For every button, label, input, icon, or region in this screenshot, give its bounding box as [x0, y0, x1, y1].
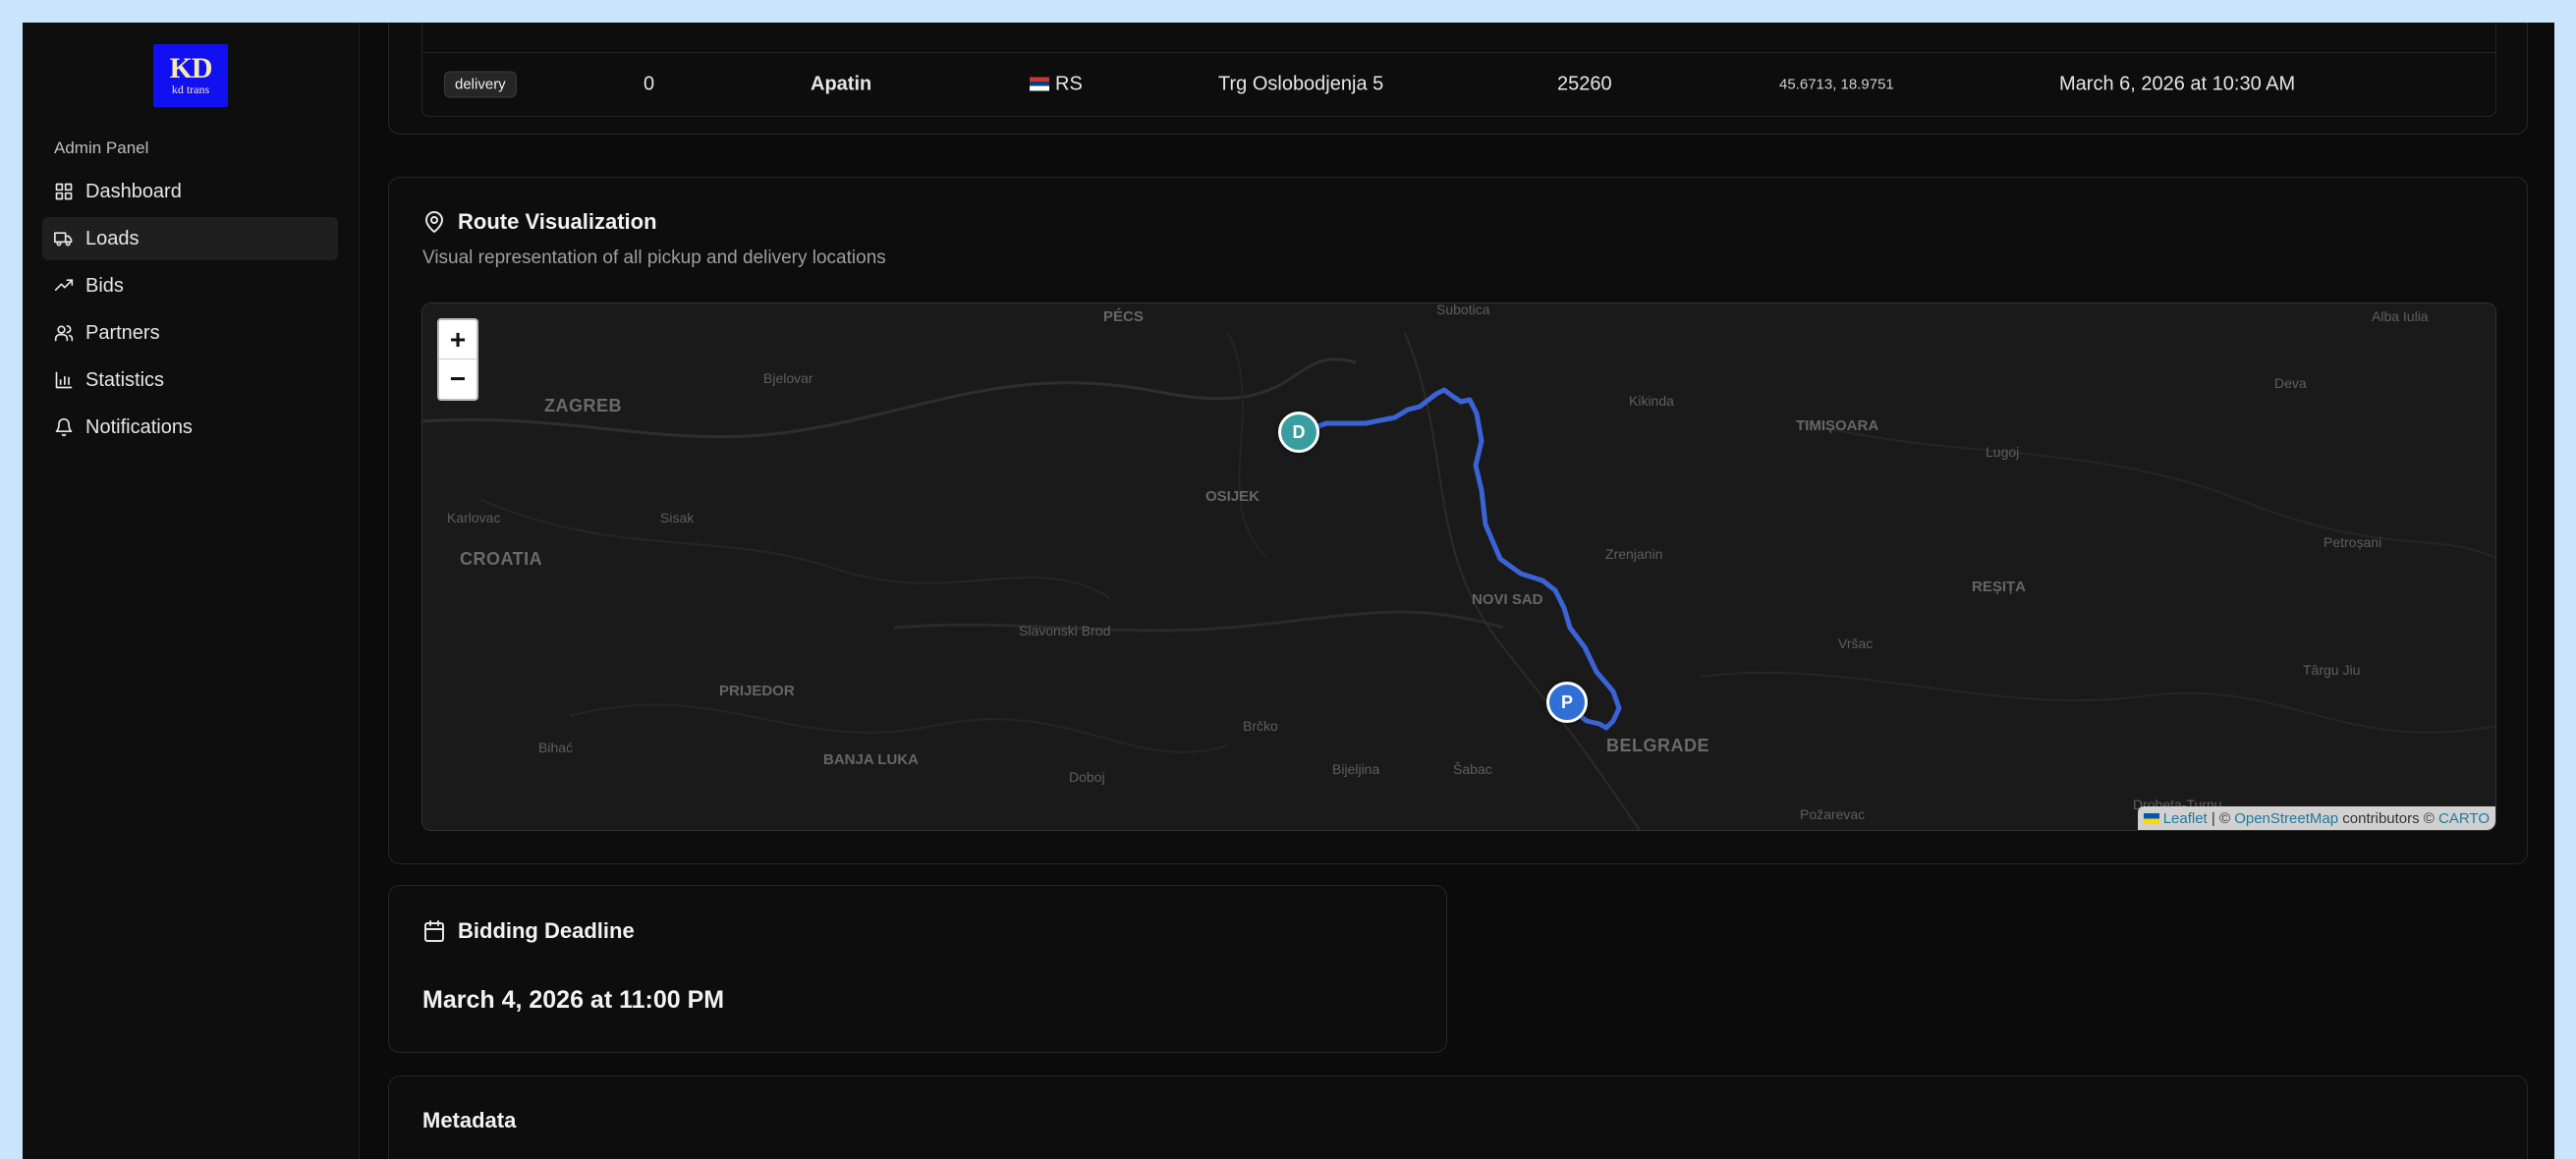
map-label-belgrade: BELGRADE — [1606, 736, 1710, 755]
map-label-petrosani: Petroșani — [2324, 534, 2382, 550]
carto-link[interactable]: CARTO — [2438, 810, 2490, 827]
zoom-in-button[interactable]: + — [439, 320, 476, 359]
map-label-kikinda: Kikinda — [1629, 393, 1674, 409]
stops-card: delivery 0 Apatin RS Trg Oslobodjenja 5 … — [388, 23, 2528, 135]
map-label-sisak: Sisak — [660, 510, 695, 525]
sidebar-item-label: Loads — [85, 227, 140, 249]
bar-chart-icon — [55, 371, 73, 389]
deadline-card-header: Bidding Deadline — [422, 918, 635, 944]
sidebar-item-bids[interactable]: Bids — [42, 264, 338, 307]
metadata-card-title: Metadata — [422, 1108, 517, 1132]
calendar-icon — [424, 920, 444, 942]
map-label-alba-iulia: Alba Iulia — [2372, 308, 2429, 324]
map-label-vrsac: Vršac — [1838, 635, 1874, 651]
route-card-title: Route Visualization — [458, 209, 657, 234]
map-label-zrenjanin: Zrenjanin — [1605, 546, 1663, 562]
route-card-header: Route Visualization — [422, 209, 657, 235]
map-base-layer — [422, 304, 2495, 830]
map-label-resita: REȘIȚA — [1972, 579, 2027, 595]
logo-subtitle: kd trans — [171, 83, 210, 96]
map-label-croatia: CROATIA — [460, 549, 543, 569]
deadline-card-title: Bidding Deadline — [458, 918, 635, 943]
table-row: delivery 0 Apatin RS Trg Oslobodjenja 5 … — [422, 53, 2495, 116]
stop-sequence: 0 — [644, 73, 655, 95]
app-window: KD kd trans Admin Panel Dashboard Loads … — [23, 23, 2554, 1159]
zoom-out-button[interactable]: − — [439, 359, 476, 399]
map-label-deva: Deva — [2274, 375, 2307, 391]
map-label-osijek: OSIJEK — [1205, 488, 1260, 505]
map-label-timisoara: TIMIȘOARA — [1796, 417, 1879, 434]
map-label-bihac: Bihać — [538, 740, 574, 755]
stop-postal-code: 25260 — [1557, 73, 1612, 95]
trending-up-icon — [54, 279, 74, 291]
stops-table: delivery 0 Apatin RS Trg Oslobodjenja 5 … — [421, 23, 2496, 117]
map-label-brcko: Brčko — [1243, 718, 1278, 734]
ukraine-flag-icon — [2143, 812, 2159, 824]
delivery-marker[interactable]: D — [1278, 412, 1319, 453]
map-label-pozarevac: Požarevac — [1800, 806, 1866, 822]
map-label-targu-jiu: Târgu Jiu — [2303, 662, 2361, 678]
map-label-sabac: Šabac — [1453, 761, 1492, 777]
sidebar-item-notifications[interactable]: Notifications — [42, 406, 338, 449]
attribution-contributors: contributors © — [2338, 809, 2439, 827]
sidebar-item-loads[interactable]: Loads — [42, 217, 338, 260]
route-card-subtitle: Visual representation of all pickup and … — [422, 248, 886, 268]
sidebar-item-statistics[interactable]: Statistics — [42, 359, 338, 402]
map-label-bjelovar: Bjelovar — [763, 370, 813, 386]
stop-address: Trg Oslobodjenja 5 — [1218, 73, 1384, 95]
route-map[interactable]: PÉCS Subotica Alba Iulia ZAGREB Bjelovar… — [421, 303, 2496, 831]
sidebar-item-label: Dashboard — [85, 180, 182, 202]
admin-panel-label: Admin Panel — [54, 138, 149, 157]
brand-logo[interactable]: KD kd trans — [153, 44, 228, 107]
map-attribution: Leaflet | © OpenStreetMap contributors ©… — [2137, 806, 2495, 830]
map-zoom-control: + − — [437, 318, 478, 401]
map-label-slavonski-brod: Slavonski Brod — [1019, 623, 1111, 638]
sidebar-nav: Dashboard Loads Bids Partners Statistics… — [42, 170, 338, 453]
leaflet-link[interactable]: Leaflet — [2163, 810, 2208, 827]
map-label-zagreb: ZAGREB — [544, 396, 622, 415]
main-content: delivery 0 Apatin RS Trg Oslobodjenja 5 … — [360, 23, 2554, 1159]
pickup-marker[interactable]: P — [1546, 682, 1588, 723]
bell-icon — [55, 417, 73, 437]
sidebar-item-label: Statistics — [85, 368, 165, 391]
sidebar-item-label: Partners — [85, 321, 160, 344]
sidebar-item-partners[interactable]: Partners — [42, 311, 338, 355]
map-label-banja-luka: BANJA LUKA — [823, 751, 919, 768]
stop-city: Apatin — [811, 73, 872, 95]
map-label-novi-sad: NOVI SAD — [1472, 591, 1543, 608]
map-label-bijeljina: Bijeljina — [1332, 761, 1380, 777]
map-label-prijedor: PRIJEDOR — [719, 683, 795, 699]
truck-icon — [54, 232, 73, 247]
map-label-karlovac: Karlovac — [447, 510, 501, 525]
map-label-doboj: Doboj — [1069, 769, 1105, 785]
logo-mark: KD — [169, 52, 213, 84]
route-visualization-card: Route Visualization Visual representatio… — [388, 177, 2528, 864]
grid-icon — [55, 183, 73, 200]
sidebar-item-label: Notifications — [85, 415, 193, 438]
sidebar-item-label: Bids — [85, 274, 124, 297]
stop-datetime: March 6, 2026 at 10:30 AM — [2059, 73, 2296, 95]
stop-type-badge: delivery — [444, 71, 517, 98]
sidebar: KD kd trans Admin Panel Dashboard Loads … — [23, 23, 360, 1159]
deadline-value: March 4, 2026 at 11:00 PM — [422, 986, 725, 1014]
stop-country: RS — [1030, 74, 1083, 96]
metadata-card: Metadata — [388, 1076, 2528, 1159]
serbia-flag-icon — [1030, 77, 1049, 91]
map-label-pecs: PÉCS — [1103, 308, 1144, 325]
sidebar-item-dashboard[interactable]: Dashboard — [42, 170, 338, 213]
attribution-separator: | © — [2207, 809, 2235, 827]
map-pin-icon — [425, 211, 443, 233]
stop-coordinates: 45.6713, 18.9751 — [1779, 76, 1894, 93]
bidding-deadline-card: Bidding Deadline March 4, 2026 at 11:00 … — [388, 885, 1447, 1053]
users-icon — [54, 325, 74, 342]
map-label-lugoj: Lugoj — [1986, 444, 2020, 460]
map-label-subotica: Subotica — [1436, 303, 1490, 317]
osm-link[interactable]: OpenStreetMap — [2234, 810, 2338, 827]
